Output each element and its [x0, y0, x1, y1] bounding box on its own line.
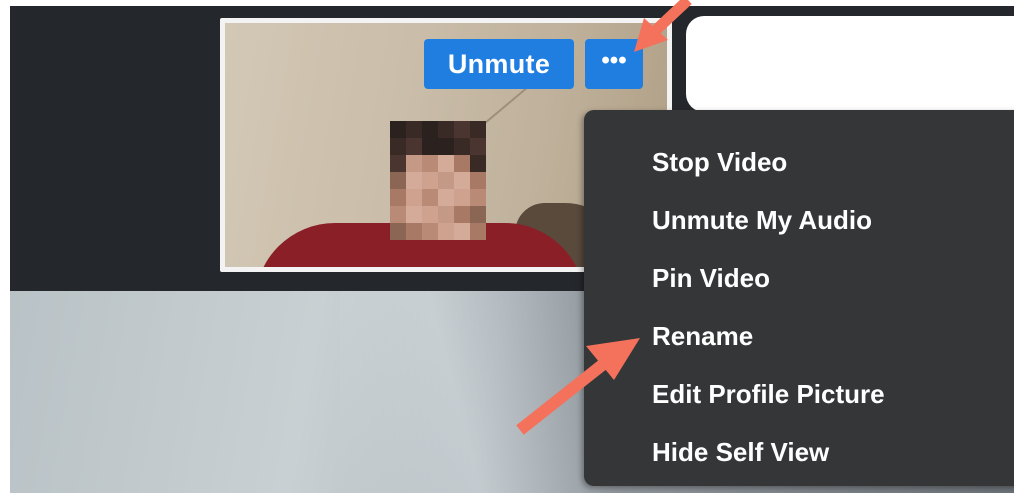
face-pixel — [470, 189, 486, 206]
face-pixel — [438, 121, 454, 138]
face-pixel — [422, 223, 438, 240]
face-pixel — [390, 172, 406, 189]
face-pixel — [438, 223, 454, 240]
face-pixel — [422, 138, 438, 155]
menu-item-stop-video[interactable]: Stop Video — [652, 142, 787, 182]
face-pixel — [454, 223, 470, 240]
face-pixel — [438, 172, 454, 189]
face-pixel — [390, 206, 406, 223]
face-pixel — [454, 155, 470, 172]
face-pixel — [470, 138, 486, 155]
face-pixel — [470, 155, 486, 172]
face-pixel — [454, 121, 470, 138]
face-pixel — [390, 138, 406, 155]
face-pixel — [470, 206, 486, 223]
face-pixel — [438, 206, 454, 223]
face-pixel — [454, 138, 470, 155]
menu-item-unmute-my-audio[interactable]: Unmute My Audio — [652, 200, 872, 240]
face-pixel — [406, 138, 422, 155]
menu-item-hide-self-view[interactable]: Hide Self View — [652, 432, 829, 472]
face-pixel — [406, 189, 422, 206]
pixelated-face-icon — [390, 121, 486, 240]
face-pixel — [406, 121, 422, 138]
face-pixel — [454, 172, 470, 189]
face-pixel — [406, 223, 422, 240]
face-pixel — [470, 223, 486, 240]
face-pixel — [470, 121, 486, 138]
face-pixel — [406, 172, 422, 189]
face-pixel — [470, 172, 486, 189]
face-pixel — [454, 206, 470, 223]
face-pixel — [422, 155, 438, 172]
face-pixel — [390, 189, 406, 206]
face-pixel — [438, 138, 454, 155]
unmute-button[interactable]: Unmute — [424, 39, 574, 89]
face-pixel — [390, 223, 406, 240]
face-pixel — [422, 172, 438, 189]
participant-tile[interactable] — [686, 16, 1014, 112]
face-pixel — [390, 121, 406, 138]
menu-item-edit-profile-picture[interactable]: Edit Profile Picture — [652, 374, 885, 414]
face-pixel — [422, 206, 438, 223]
arrow-to-rename-icon — [516, 338, 640, 435]
arrow-to-more-button-icon — [634, 0, 692, 52]
face-pixel — [406, 206, 422, 223]
menu-item-rename[interactable]: Rename — [652, 316, 753, 356]
face-pixel — [438, 155, 454, 172]
self-view-context-menu: Stop Video Unmute My Audio Pin Video Ren… — [584, 110, 1014, 486]
menu-item-pin-video[interactable]: Pin Video — [652, 258, 770, 298]
face-pixel — [390, 155, 406, 172]
face-pixel — [454, 189, 470, 206]
face-pixel — [406, 155, 422, 172]
face-pixel — [438, 189, 454, 206]
face-pixel — [422, 189, 438, 206]
face-pixel — [422, 121, 438, 138]
